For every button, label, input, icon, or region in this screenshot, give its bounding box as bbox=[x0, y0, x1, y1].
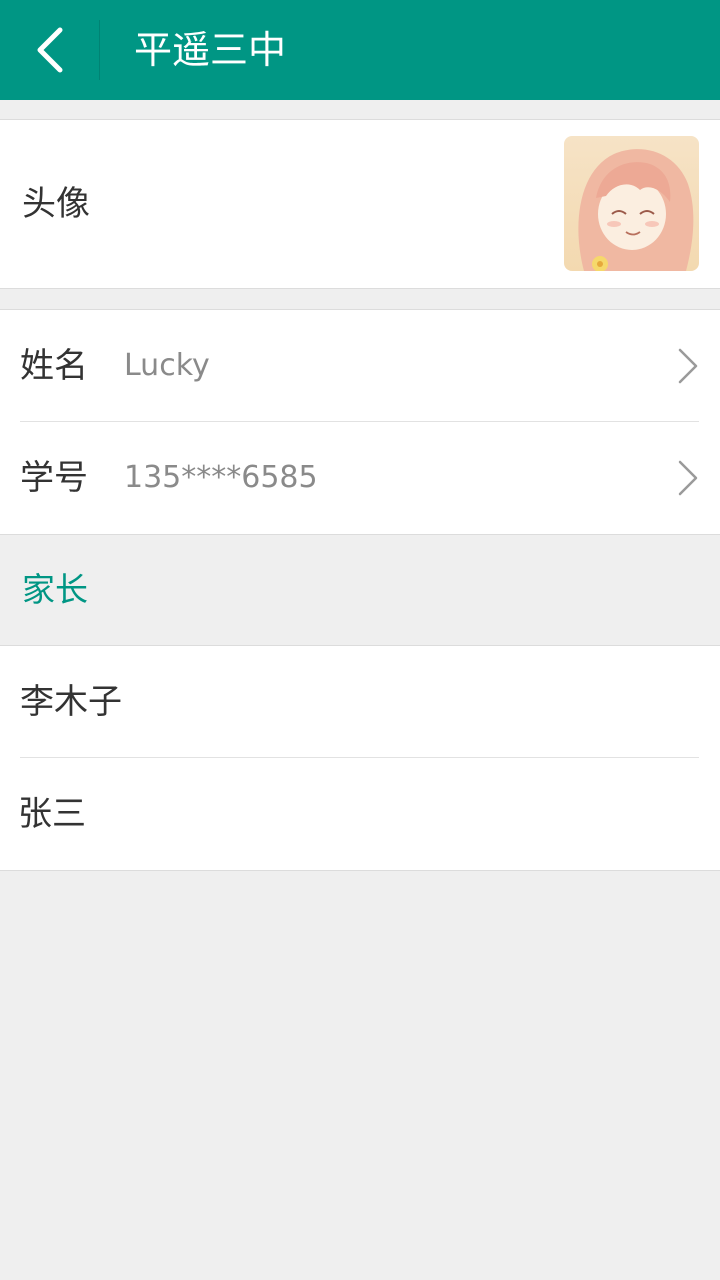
page-title: 平遥三中 bbox=[134, 28, 287, 72]
student-id-row[interactable]: 学号 135****6585 bbox=[0, 422, 720, 534]
parents-section-header: 家长 bbox=[0, 535, 720, 645]
chevron-right-icon bbox=[678, 348, 698, 384]
list-item[interactable]: 李木子 bbox=[0, 646, 720, 758]
student-id-label: 学号 bbox=[20, 458, 88, 498]
chevron-right-icon bbox=[678, 460, 698, 496]
parent-name: 张三 bbox=[18, 794, 86, 834]
name-value: Lucky bbox=[124, 348, 210, 383]
avatar[interactable] bbox=[564, 136, 699, 271]
profile-card: 姓名 Lucky 学号 135****6585 bbox=[0, 309, 720, 535]
parent-name: 李木子 bbox=[20, 682, 122, 722]
list-item[interactable]: 张三 bbox=[0, 758, 720, 870]
student-id-value: 135****6585 bbox=[124, 460, 318, 495]
chevron-left-icon bbox=[37, 27, 62, 73]
name-label: 姓名 bbox=[20, 346, 88, 386]
back-button[interactable] bbox=[0, 0, 99, 100]
parents-list: 李木子 张三 bbox=[0, 645, 720, 871]
name-row[interactable]: 姓名 Lucky bbox=[0, 310, 720, 422]
top-app-bar: 平遥三中 bbox=[0, 0, 720, 100]
avatar-row[interactable]: 头像 bbox=[0, 119, 720, 289]
title-divider bbox=[99, 20, 100, 80]
avatar-label: 头像 bbox=[22, 184, 90, 224]
parents-section-title: 家长 bbox=[22, 570, 88, 609]
